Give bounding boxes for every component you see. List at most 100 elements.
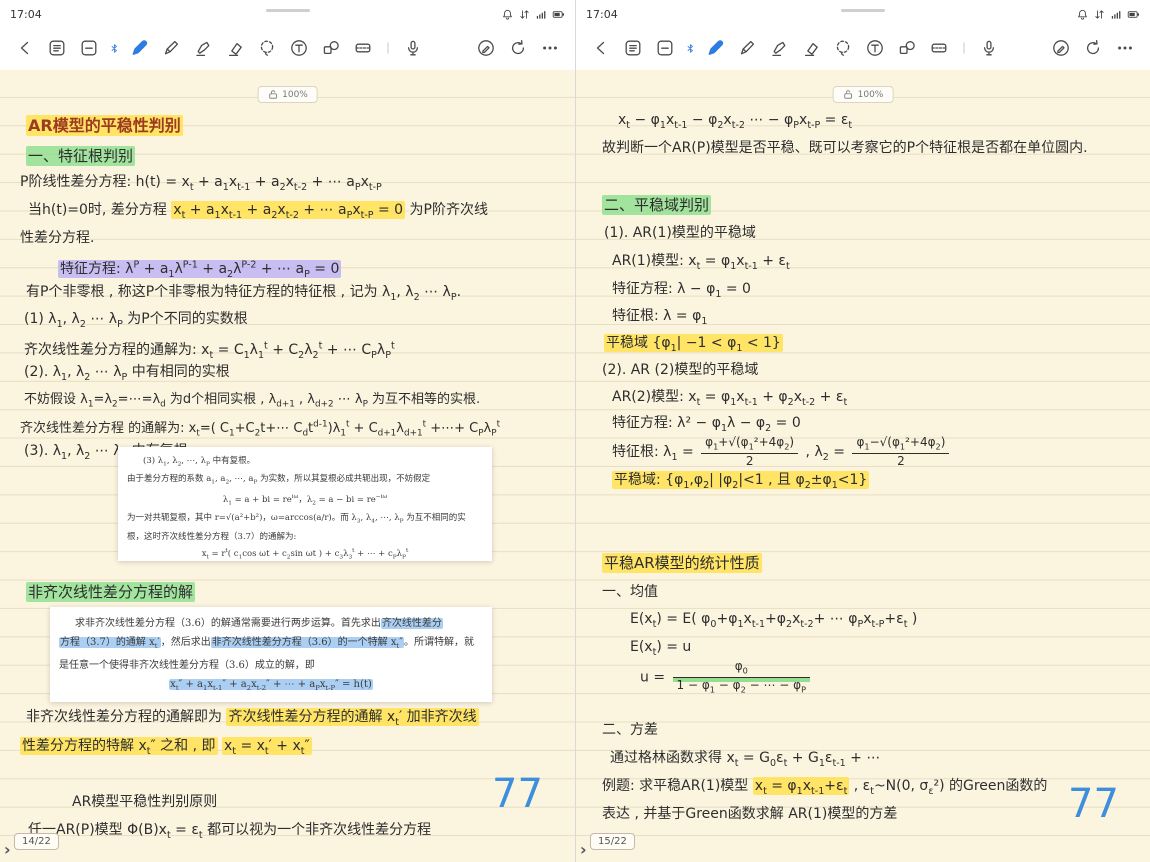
signal-icon bbox=[535, 8, 548, 21]
notification-icon bbox=[1076, 8, 1089, 21]
pasted-textbook-snippet: 求非齐次线性差分方程（3.6）的解通常需要进行两步运算。首先求出齐次线性差分方程… bbox=[50, 607, 492, 702]
handwritten-text: 特征根: λ = φ1 bbox=[612, 308, 707, 324]
handwritten-text: P阶线性差分方程: h(t) = xt + a1xt-1 + a2xt-2 + … bbox=[20, 174, 382, 190]
fraction: φ1−√(φ1²+4φ2)2 bbox=[852, 436, 949, 469]
handwritten-page-number: 77 bbox=[492, 774, 543, 814]
note-line: 特征根: λ = φ1 bbox=[612, 306, 707, 332]
note-line: AR(2)模型: xt = φ1xt-1 + φ2xt-2 + εt bbox=[612, 387, 847, 413]
notebook-icon[interactable] bbox=[618, 33, 648, 63]
note-line: AR模型平稳性判别原则 bbox=[72, 792, 217, 813]
handwritten-text: 为一对共轭复根，其中 r=√(a²+b²)，ω=arccos(a/r)。而 λ3… bbox=[127, 513, 466, 523]
handwritten-text: 特征根: λ1 = bbox=[612, 444, 698, 460]
note-line: 特征方程: λ − φ1 = 0 bbox=[612, 279, 751, 305]
sidebar-expand-arrow-icon[interactable]: › bbox=[580, 840, 587, 859]
highlighted-text: xt + a1xt-1 + a2xt-2 + ⋯ aPxt-P = 0 bbox=[171, 201, 405, 219]
note-line: 例题: 求平稳AR(1)模型 xt = φ1xt-1+εt , εt~N(0, … bbox=[602, 776, 1047, 802]
handwritten-text: 表达 , 并基于Green函数求解 AR(1)模型的方差 bbox=[602, 806, 897, 822]
window-drag-handle[interactable] bbox=[841, 9, 885, 12]
highlighter-icon[interactable] bbox=[188, 33, 218, 63]
notebook-icon[interactable] bbox=[42, 33, 72, 63]
note-line: 不妨假设 λ1=λ2=⋯=λd 为d个相同实根 , λd+1 , λd+2 ⋯ … bbox=[24, 389, 480, 416]
lasso-icon[interactable] bbox=[828, 33, 858, 63]
highlighted-text: xt = xt′ + xt″ bbox=[222, 737, 312, 755]
handwritten-text: E(xt) = u bbox=[630, 639, 691, 655]
pen-active-icon[interactable] bbox=[700, 33, 730, 63]
pen-icon[interactable] bbox=[156, 33, 186, 63]
handwritten-text: 齐次线性差分方程 的通解为: xt=( C1+C2t+⋯ Cdtd-1)λ1t … bbox=[20, 421, 500, 436]
handwritten-text: 故判断一个AR(P)模型是否平稳、既可以考察它的P个特征根是否都在单位圆内. bbox=[602, 140, 1088, 156]
bluetooth-icon[interactable] bbox=[682, 33, 698, 63]
signal-icon bbox=[1110, 8, 1123, 21]
handwritten-text: AR(2)模型: xt = φ1xt-1 + φ2xt-2 + εt bbox=[612, 389, 847, 405]
fraction: φ1+√(φ1²+4φ2)2 bbox=[701, 436, 798, 469]
note-line: xt − φ1xt-1 − φ2xt-2 ⋯ − φPxt-P = εt bbox=[618, 110, 852, 136]
highlighted-text: 齐次线性差分 bbox=[381, 618, 443, 629]
sidebar-expand-arrow-icon[interactable]: › bbox=[4, 840, 11, 859]
note-line: 二、方差 bbox=[602, 720, 658, 741]
snippet-line: xt = rt( c1cos ωt + c2sin ωt ) + c3λ3t +… bbox=[127, 544, 483, 561]
highlighted-text: 一、特征根判别 bbox=[26, 146, 135, 166]
pen-active-icon[interactable] bbox=[124, 33, 154, 63]
unlock-icon bbox=[843, 89, 854, 100]
unlock-icon bbox=[267, 89, 278, 100]
more-icon[interactable] bbox=[1110, 33, 1140, 63]
back-icon[interactable] bbox=[10, 33, 40, 63]
zoom-indicator[interactable]: 100% bbox=[833, 86, 894, 103]
snippet-line: 求非齐次线性差分方程（3.6）的解通常需要进行两步运算。首先求出齐次线性差分 bbox=[59, 614, 483, 633]
text-icon[interactable] bbox=[284, 33, 314, 63]
handwritten-text: 通过格林函数求得 xt = G0εt + G1εt-1 + ⋯ bbox=[610, 750, 880, 766]
snippet-line: 方程（3.7）的通解 xt′，然后求出非齐次线性差分方程（3.6）的一个特解 x… bbox=[59, 633, 483, 656]
pages-icon[interactable] bbox=[650, 33, 680, 63]
redo-icon[interactable] bbox=[1078, 33, 1108, 63]
shapes-icon[interactable] bbox=[892, 33, 922, 63]
note-line: 表达 , 并基于Green函数求解 AR(1)模型的方差 bbox=[602, 804, 897, 825]
handwritten-text: 特征方程: λ² − φ1λ − φ2 = 0 bbox=[612, 415, 801, 431]
toolbar bbox=[0, 26, 575, 70]
note-line: 通过格林函数求得 xt = G0εt + G1εt-1 + ⋯ bbox=[610, 748, 880, 774]
app-screen-left: 17:04 100% 77 14/22 › AR模型的平稳性判别一、特征根判别P… bbox=[0, 0, 575, 862]
shapes-icon[interactable] bbox=[316, 33, 346, 63]
zoom-indicator[interactable]: 100% bbox=[257, 86, 318, 103]
lasso-icon[interactable] bbox=[252, 33, 282, 63]
eraser-icon[interactable] bbox=[220, 33, 250, 63]
status-icon-cluster bbox=[1076, 8, 1140, 21]
note-line: 一、特征根判别 bbox=[26, 146, 135, 167]
text-icon[interactable] bbox=[860, 33, 890, 63]
note-line: AR(1)模型: xt = φ1xt-1 + εt bbox=[612, 251, 790, 277]
markup-icon[interactable] bbox=[471, 33, 501, 63]
pages-icon[interactable] bbox=[74, 33, 104, 63]
note-line: 性差分方程的特解 xt″ 之和 , 即 xt = xt′ + xt″ bbox=[20, 736, 312, 762]
page-indicator[interactable]: 14/22 bbox=[14, 833, 59, 850]
handwritten-text: 。所谓特解，就 bbox=[404, 637, 474, 648]
back-icon[interactable] bbox=[586, 33, 616, 63]
status-time: 17:04 bbox=[10, 8, 42, 21]
highlighted-text: 非齐次线性差分方程的解 bbox=[26, 582, 195, 602]
handwritten-text: (3) λ1, λ2, ⋯, λP 中有复根。 bbox=[143, 456, 255, 466]
more-icon[interactable] bbox=[535, 33, 565, 63]
note-line: (1) λ1, λ2 ⋯ λP 为P个不同的实数根 bbox=[24, 309, 248, 335]
mic-icon[interactable] bbox=[974, 33, 1004, 63]
highlighter-icon[interactable] bbox=[764, 33, 794, 63]
eraser-icon[interactable] bbox=[796, 33, 826, 63]
redo-icon[interactable] bbox=[503, 33, 533, 63]
handwritten-text: (1) λ1, λ2 ⋯ λP 为P个不同的实数根 bbox=[24, 311, 248, 327]
mic-icon[interactable] bbox=[398, 33, 428, 63]
markup-icon[interactable] bbox=[1046, 33, 1076, 63]
divider-icon bbox=[380, 33, 396, 63]
note-line: (2). AR (2)模型的平稳域 bbox=[602, 360, 758, 381]
app-screen-right: 17:04 100% 77 15/22 › xt − φ1xt-1 − φ2xt… bbox=[575, 0, 1150, 862]
handwritten-text: (1). AR(1)模型的平稳域 bbox=[604, 225, 756, 241]
pen-icon[interactable] bbox=[732, 33, 762, 63]
status-time: 17:04 bbox=[586, 8, 618, 21]
window-drag-handle[interactable] bbox=[266, 9, 310, 12]
handwritten-text: 为P阶齐次线 bbox=[405, 202, 488, 218]
page-indicator[interactable]: 15/22 bbox=[590, 833, 635, 850]
bluetooth-icon[interactable] bbox=[106, 33, 122, 63]
handwritten-text: 由于差分方程的系数 a1, a2, ⋯, aP 为实数，所以其复根必成共轭出现，… bbox=[127, 474, 430, 484]
handwritten-text: 特征方程: λ − φ1 = 0 bbox=[612, 281, 751, 297]
handwritten-text: xt − φ1xt-1 − φ2xt-2 ⋯ − φPxt-P = εt bbox=[618, 112, 852, 128]
snippet-line: 为一对共轭复根，其中 r=√(a²+b²)，ω=arccos(a/r)。而 λ3… bbox=[127, 511, 483, 529]
handwritten-text: 性差分方程. bbox=[20, 230, 94, 246]
tape-icon[interactable] bbox=[348, 33, 378, 63]
tape-icon[interactable] bbox=[924, 33, 954, 63]
